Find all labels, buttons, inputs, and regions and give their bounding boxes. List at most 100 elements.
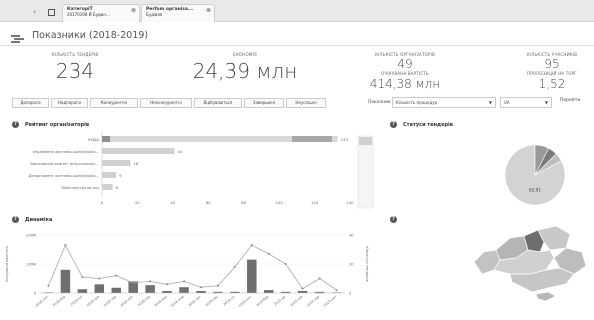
help-icon[interactable]: ? [390, 216, 397, 223]
bar [297, 290, 308, 293]
kpi-participants-value: 95 [544, 57, 560, 71]
x-tick-label: 60 [206, 200, 211, 205]
y-axis-label: Очікувана вартість [5, 246, 9, 282]
kpi-expected-label: ОЧІКУВАНА ВАРТІСТЬ [381, 71, 429, 76]
back-arrow-icon[interactable]: ‹ [33, 7, 36, 16]
close-icon[interactable]: ⊗ [206, 8, 211, 14]
currency-select[interactable]: UA ▼ [500, 97, 552, 108]
y2-axis-label: Кількість тендерів [365, 246, 369, 281]
bar [162, 290, 172, 293]
y2-tick-label: 20 [349, 263, 354, 267]
y-tick-label: 200M [26, 234, 36, 238]
chevron-down-icon: ▼ [544, 100, 548, 105]
line-point [335, 289, 338, 292]
line-point [115, 274, 118, 277]
ukraine-map[interactable] [470, 222, 588, 302]
line-point [183, 280, 186, 283]
bar [102, 184, 113, 190]
indicator-select-value: Кількість процедур [396, 100, 438, 105]
x-tick-label: 80 [241, 200, 246, 205]
filter-zaversheni[interactable]: Завершені [244, 98, 284, 108]
line-point [267, 252, 270, 255]
tab-kategorii[interactable]: КатегоріТ 20170198 Й Будин... ⊗ [62, 4, 140, 22]
category-label: КМДА [88, 138, 99, 142]
x-tick-label: 2018-лип [119, 295, 133, 308]
x-tick-label: 2018-тра [86, 295, 100, 308]
y2-tick-label: 0 [349, 292, 352, 296]
line-point [233, 265, 236, 268]
bar [111, 287, 121, 293]
value-label: 41 [178, 149, 183, 154]
bar [102, 160, 131, 166]
dynamics-chart: 200M 100M 0 40 20 0 Очікувана вартість Кількіст… [5, 234, 369, 309]
line-point [250, 244, 253, 247]
status-title: Статуси тендерів [403, 122, 453, 128]
x-tick-label: 100 [276, 200, 284, 205]
bar [102, 148, 175, 154]
x-tick-label: 2019-лип [323, 295, 337, 308]
bar [145, 285, 155, 293]
kpi-savings-label: ЕКОНОМІЯ [233, 52, 257, 57]
sheet-icon[interactable] [11, 29, 25, 43]
currency-select-value: UA [504, 100, 510, 105]
close-icon[interactable]: ⊗ [131, 8, 136, 14]
line-point [98, 277, 101, 280]
filter-nekonkurentni[interactable]: Неконкурентні [140, 98, 192, 108]
map-region-crimea[interactable] [535, 291, 557, 302]
tab-perfom[interactable]: Perfom організа... Будівля ⊗ [141, 4, 215, 22]
scrollbar-track [357, 135, 374, 209]
tab-subtitle: 20170198 Й Будин... [67, 11, 110, 17]
kpi-savings-value: 24,39 млн [192, 59, 298, 83]
category-label: Виконавчий комітет Іртішськолоїч... [30, 162, 99, 166]
x-tick-label: 2019-тра [289, 295, 303, 308]
line-point [216, 284, 219, 287]
filter-vidbuvayutsya[interactable]: Відбуваються [194, 98, 242, 108]
bar [264, 290, 274, 293]
category-label: Міністерство юстиц [62, 186, 100, 190]
x-tick-label: 2018-чер [103, 295, 117, 308]
go-button-label: Перейти [560, 98, 581, 103]
filter-dopohory[interactable]: Допороги [12, 98, 49, 108]
kpi-proposals-value: 1,52 [538, 77, 566, 91]
bar-segment [292, 136, 332, 142]
scrollbar-thumb [359, 137, 372, 145]
filter-konkurentni[interactable]: Конкурентні [90, 98, 138, 108]
x-tick-label: 20 [135, 200, 140, 205]
category-label: Управління житлово-комунально... [33, 150, 99, 154]
pie-value-label: 82,91 [529, 188, 541, 193]
status-pie-chart: 82,91 [504, 144, 566, 206]
bar [77, 289, 88, 293]
indicators-label: Показник [368, 100, 391, 105]
filter-nadporohy[interactable]: Надпороги [51, 98, 88, 108]
kpi-tenders-label: КІЛЬКІСТЬ ТЕНДЕРІВ [51, 52, 99, 57]
y-tick-label: 0 [34, 292, 37, 296]
tab-subtitle: Будівля [146, 11, 163, 17]
chevron-down-icon: ▼ [488, 100, 492, 105]
bar [102, 172, 117, 178]
help-icon[interactable]: ? [12, 121, 19, 128]
value-label: 6 [116, 185, 119, 190]
line-point [284, 263, 287, 265]
series-line [48, 244, 337, 291]
help-icon[interactable]: ? [12, 216, 19, 223]
indicator-select[interactable]: Кількість процедур ▼ [392, 97, 496, 108]
kpi-proposals-label: ПРОПОЗИЦІЙ НА ТОРГ [527, 71, 577, 76]
bar [179, 287, 189, 293]
sheet-icon-svg [11, 35, 24, 43]
x-tick-label: 2018-лис [187, 295, 201, 308]
x-tick-label: 2018-вер [154, 295, 168, 308]
y-tick-label: 100M [26, 263, 36, 267]
x-tick-label: 40 [170, 200, 175, 205]
line-point [166, 283, 169, 286]
kpi-expected-value: 414,38 млн [369, 77, 441, 91]
help-icon[interactable]: ? [390, 121, 397, 128]
filter-neuspishni[interactable]: Неуспішні [286, 98, 326, 108]
line-point [47, 284, 50, 287]
bar [247, 259, 257, 293]
x-tick-label: 2018-лют [34, 295, 49, 308]
bar [94, 284, 105, 293]
map-region-northeast[interactable] [537, 225, 571, 251]
go-button[interactable]: Перейти [560, 98, 580, 103]
line-point [318, 277, 321, 280]
value-label: 133 [341, 137, 349, 142]
